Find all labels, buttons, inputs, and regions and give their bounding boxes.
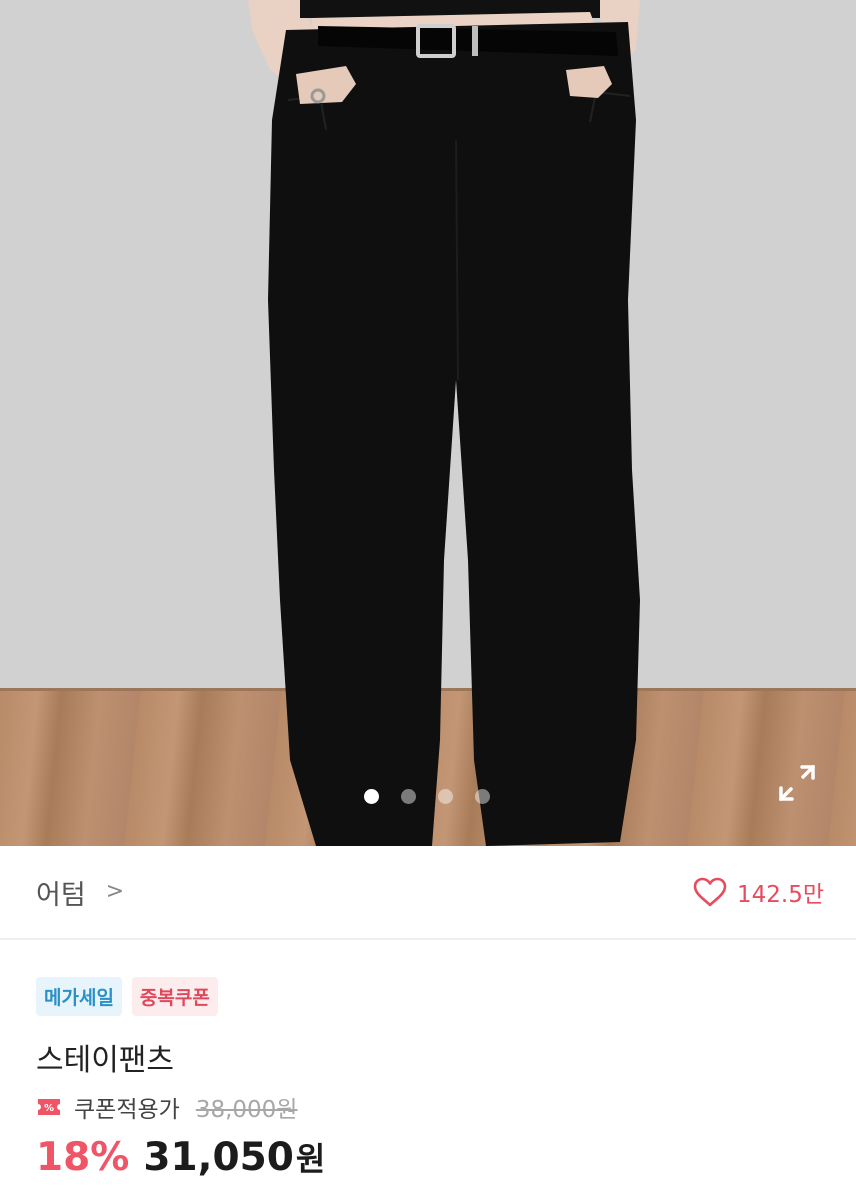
svg-text:%: % (44, 1103, 54, 1114)
duplicate-coupon-badge: 중복쿠폰 (131, 977, 218, 1016)
carousel-pagination (364, 789, 490, 804)
sale-price-row: 18% 31,050 원 (36, 1134, 325, 1180)
coupon-ticket-icon: % (38, 1099, 60, 1115)
mega-sale-badge: 메가세일 (36, 977, 122, 1016)
currency-unit: 원 (295, 1140, 326, 1178)
brand-row: 어텀 > 142.5만 (0, 846, 856, 940)
badge-list: 메가세일 중복쿠폰 (36, 977, 218, 1016)
like-count: 142.5만 (736, 882, 824, 908)
expand-icon (779, 765, 815, 801)
discount-rate: 18% (36, 1135, 130, 1180)
brand-link[interactable]: 어텀 > (36, 873, 124, 912)
like-button[interactable]: 142.5만 (693, 875, 824, 909)
heart-icon (693, 877, 727, 907)
carousel-dot-4[interactable] (475, 789, 490, 804)
sale-price: 31,050 (143, 1135, 294, 1180)
chevron-right-icon: > (105, 878, 125, 904)
original-price: 38,000원 (195, 1097, 298, 1123)
product-name: 스테이팬츠 (36, 1043, 174, 1078)
expand-image-button[interactable] (776, 762, 818, 804)
coupon-price-label: 쿠폰적용가 (74, 1097, 180, 1123)
coupon-price-row: % 쿠폰적용가 38,000원 (36, 1090, 297, 1124)
product-image-carousel[interactable] (0, 0, 856, 846)
product-photo-pants (248, 0, 640, 846)
carousel-dot-2[interactable] (401, 789, 416, 804)
carousel-dot-1[interactable] (364, 789, 379, 804)
brand-name: 어텀 (36, 879, 86, 911)
carousel-dot-3[interactable] (438, 789, 453, 804)
